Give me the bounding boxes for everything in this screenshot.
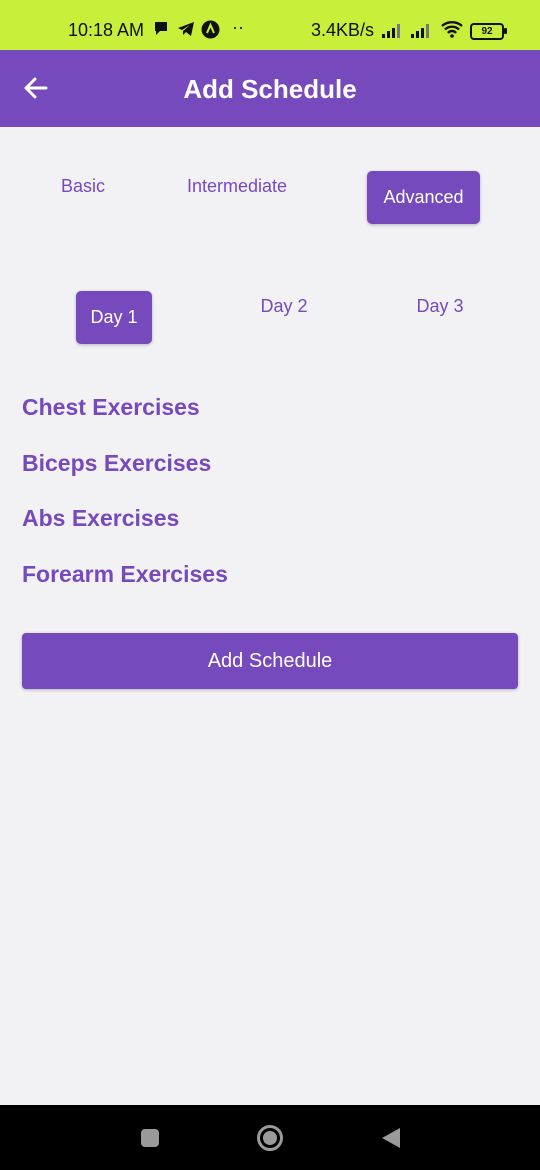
home-icon[interactable] [256,1124,284,1157]
add-schedule-button[interactable]: Add Schedule [22,633,518,689]
battery-icon: 92 [470,23,507,40]
telegram-icon [177,20,195,43]
chat-icon [153,20,169,43]
tab-intermediate[interactable]: Intermediate [170,171,304,201]
tab-day-3[interactable]: Day 3 [404,291,476,321]
tab-basic[interactable]: Basic [48,171,118,201]
more-dots-icon: ·· [232,17,244,37]
tab-day-2[interactable]: Day 2 [248,291,320,321]
app-bar: Add Schedule [0,50,540,127]
recents-icon[interactable] [140,1128,160,1153]
signal-icon [410,22,432,43]
tab-advanced[interactable]: Advanced [367,171,480,224]
status-time: 10:18 AM [68,20,145,40]
page-title: Add Schedule [183,74,357,104]
app-icon [201,20,220,44]
chest-exercises-item[interactable]: Chest Exercises [22,394,200,421]
back-icon[interactable] [380,1127,402,1154]
system-nav-bar [0,1105,540,1170]
abs-exercises-item[interactable]: Abs Exercises [22,505,179,532]
network-speed: 3.4KB/s [311,20,375,40]
tab-day-1[interactable]: Day 1 [76,291,152,344]
signal-icon [381,22,403,43]
status-bar: 10:18 AM ·· 3.4KB/s 92 [0,0,540,50]
biceps-exercises-item[interactable]: Biceps Exercises [22,450,211,477]
forearm-exercises-item[interactable]: Forearm Exercises [22,561,228,588]
wifi-icon [440,20,464,43]
